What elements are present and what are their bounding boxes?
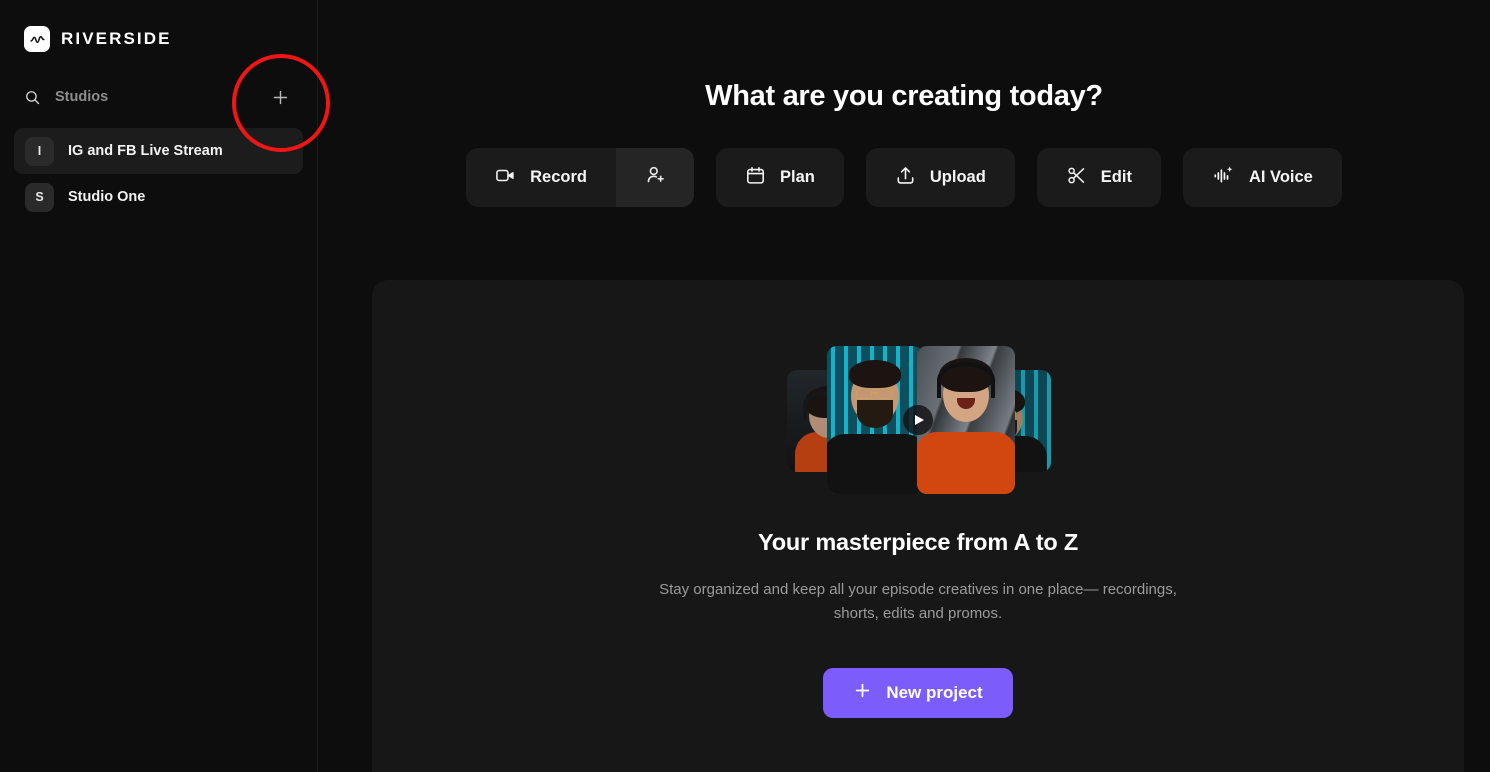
search-icon (24, 89, 41, 106)
avatar: I (25, 136, 54, 166)
card-title: Your masterpiece from A to Z (758, 529, 1078, 555)
calendar-icon (745, 165, 766, 191)
video-thumbnail[interactable] (785, 344, 1051, 496)
upload-button-label: Upload (929, 168, 986, 186)
upload-icon (895, 165, 916, 191)
record-button-label: Record (530, 168, 587, 186)
card-subtitle: Stay organized and keep all your episode… (658, 578, 1178, 626)
add-studio-button[interactable] (267, 84, 293, 110)
action-buttons-row: Record Plan Upload Edit AI Voice (318, 148, 1490, 207)
invite-guest-button[interactable] (616, 148, 694, 207)
card-subtitle-line1: Stay organized and keep all your episode… (659, 581, 1099, 598)
scissors-icon (1066, 165, 1087, 191)
sidebar-item-label: Studio One (68, 189, 146, 205)
brand-name: RIVERSIDE (61, 29, 172, 48)
ai-voice-button[interactable]: AI Voice (1182, 148, 1342, 207)
waveform-sparkle-icon (1212, 164, 1235, 192)
video-camera-icon (495, 165, 516, 191)
main-content: What are you creating today? Record Plan… (318, 0, 1490, 772)
sidebar-item-studio-one[interactable]: S Studio One (14, 174, 303, 220)
person-add-icon (644, 164, 667, 192)
page-title: What are you creating today? (705, 80, 1103, 112)
play-button-icon[interactable] (903, 405, 933, 435)
sidebar-item-ig-and-fb-live-stream[interactable]: I IG and FB Live Stream (14, 128, 303, 174)
play-triangle (915, 415, 924, 425)
avatar: S (25, 182, 54, 212)
waveform-logo-icon (24, 26, 50, 52)
studios-search-row[interactable]: Studios (0, 80, 317, 114)
edit-button-label: Edit (1100, 168, 1132, 186)
record-button-group: Record (466, 148, 694, 207)
studio-list: I IG and FB Live Stream S Studio One (0, 128, 317, 220)
brand-logo[interactable]: RIVERSIDE (0, 0, 317, 52)
record-button[interactable]: Record (466, 148, 616, 207)
upload-button[interactable]: Upload (865, 148, 1015, 207)
plan-button-label: Plan (780, 168, 815, 186)
edit-button[interactable]: Edit (1036, 148, 1161, 207)
plan-button[interactable]: Plan (716, 148, 844, 207)
new-project-button-label: New project (886, 683, 983, 702)
riverside-app: RIVERSIDE Studios I IG and FB Live Strea… (0, 0, 1490, 772)
empty-state-card: Your masterpiece from A to Z Stay organi… (372, 280, 1464, 772)
new-project-button[interactable]: New project (823, 668, 1013, 718)
search-input[interactable]: Studios (55, 89, 108, 105)
sidebar: RIVERSIDE Studios I IG and FB Live Strea… (0, 0, 318, 772)
plus-icon (273, 90, 287, 104)
ai-voice-button-label: AI Voice (1248, 168, 1313, 186)
sidebar-item-label: IG and FB Live Stream (68, 143, 223, 159)
plus-icon (853, 681, 872, 705)
